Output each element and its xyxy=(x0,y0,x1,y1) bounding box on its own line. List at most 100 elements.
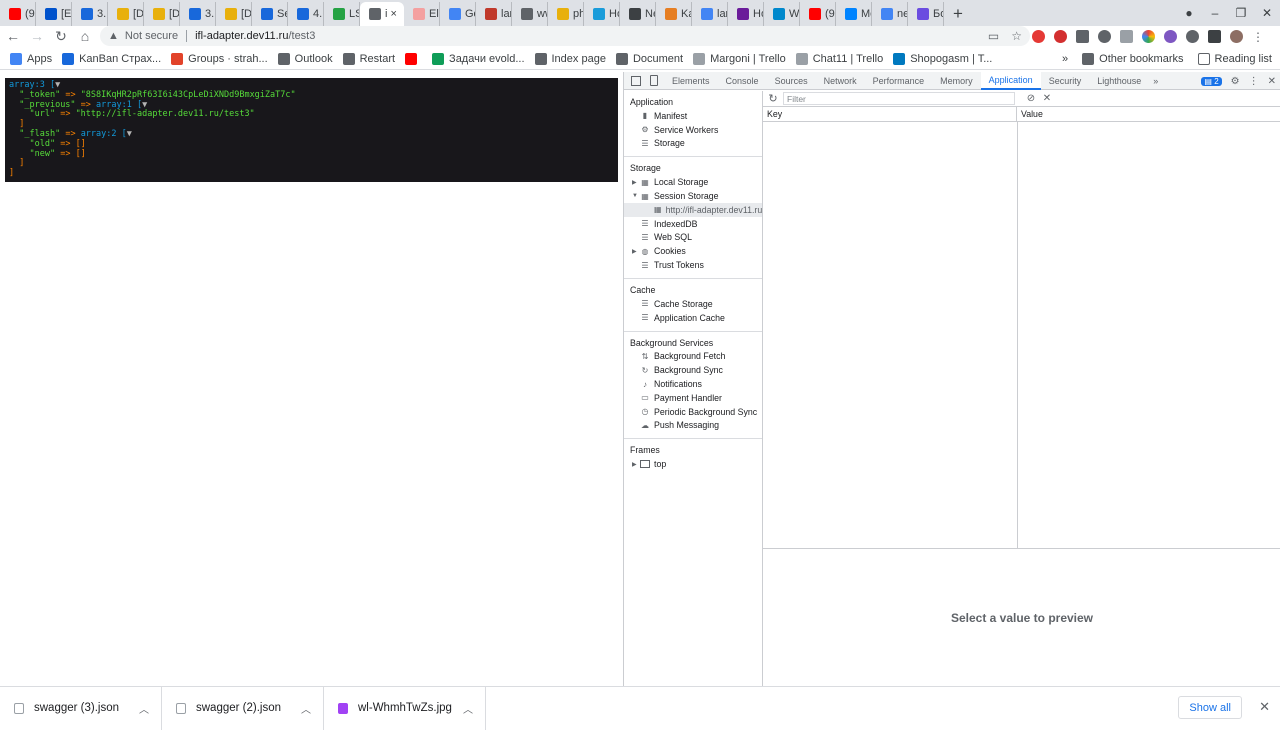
profile-avatar[interactable] xyxy=(1230,29,1243,43)
minimize-icon[interactable]: – xyxy=(1202,6,1228,20)
bookmark-item[interactable]: Chat11 | Trello xyxy=(795,52,883,65)
sidebar-item-background-sync[interactable]: ↻ Background Sync xyxy=(624,363,762,377)
expand-arrow-icon[interactable]: ▶ xyxy=(632,179,640,186)
bookmark-item[interactable]: Groups · strah... xyxy=(171,52,268,65)
dump-toggle-previous[interactable]: ▼ xyxy=(142,100,147,110)
devtools-tab-security[interactable]: Security xyxy=(1041,72,1090,90)
devtools-tab-application[interactable]: Application xyxy=(980,71,1041,90)
browser-tab[interactable]: lar xyxy=(692,2,728,26)
browser-tab[interactable]: Me xyxy=(836,2,872,26)
settings-gear-icon[interactable]: ⚙ xyxy=(1231,76,1240,87)
sidebar-item-websql[interactable]: ☰ Web SQL xyxy=(624,231,762,245)
browser-menu-icon[interactable]: ⋮ xyxy=(1252,30,1264,44)
close-shelf-icon[interactable]: ✕ xyxy=(1259,699,1270,715)
bookmark-item[interactable] xyxy=(405,52,422,65)
browser-tab[interactable]: Wh xyxy=(764,2,800,26)
sidebar-item-periodic-sync[interactable]: ◷ Periodic Background Sync xyxy=(624,405,762,419)
reload-icon[interactable]: ↻ xyxy=(50,28,72,45)
chevron-up-icon[interactable]: ︿ xyxy=(139,701,149,716)
tab-search-icon[interactable]: ● xyxy=(1176,6,1202,20)
sidebar-item-background-fetch[interactable]: ⇅ Background Fetch xyxy=(624,350,762,364)
collapse-arrow-icon[interactable]: ▼ xyxy=(632,193,640,199)
devtools-tab-lighthouse[interactable]: Lighthouse xyxy=(1089,72,1149,90)
download-item[interactable]: wl-WhmhTwZs.jpg ︿ xyxy=(324,686,486,730)
bookmark-item[interactable]: Index page xyxy=(534,52,606,65)
inspect-element-icon[interactable] xyxy=(631,75,641,86)
browser-tab[interactable]: [De xyxy=(108,2,144,26)
bookmark-item[interactable]: Margoni | Trello xyxy=(693,52,786,65)
forward-icon[interactable]: → xyxy=(26,28,48,44)
more-options-icon[interactable]: ⋮ xyxy=(1249,76,1259,87)
bookmark-item[interactable]: Document xyxy=(615,52,683,65)
browser-tab[interactable]: Elo xyxy=(404,2,440,26)
sidebar-item-session-origin[interactable]: ▦ http://ifl-adapter.dev11.ru xyxy=(624,202,762,217)
sidebar-item-payment-handler[interactable]: ▭ Payment Handler xyxy=(624,391,762,405)
bookmark-star-icon[interactable]: ☆ xyxy=(1011,29,1022,43)
opera-extension-icon[interactable] xyxy=(1054,29,1067,43)
dump-toggle-flash[interactable]: ▼ xyxy=(127,129,132,139)
browser-tab[interactable]: LS xyxy=(324,2,360,26)
devtools-tab-performance[interactable]: Performance xyxy=(865,72,933,90)
warning-icon[interactable]: ▲ xyxy=(108,30,119,42)
bookmark-item[interactable]: Задачи evold... xyxy=(432,52,525,65)
more-tabs-button[interactable]: » xyxy=(1149,76,1162,86)
expand-arrow-icon[interactable]: ▶ xyxy=(632,248,640,255)
issues-badge[interactable]: ▤ 2 xyxy=(1201,76,1222,86)
column-header-value[interactable]: Value xyxy=(1017,107,1043,121)
browser-tab[interactable]: 4. \ xyxy=(288,2,324,26)
browser-tab[interactable]: php xyxy=(548,2,584,26)
dump-toggle-root[interactable]: ▼ xyxy=(55,80,60,90)
browser-tab[interactable]: [EL xyxy=(36,2,72,26)
bookmark-item[interactable]: KanBan Страх... xyxy=(62,52,161,65)
browser-tab[interactable]: (92) xyxy=(0,2,36,26)
close-devtools-icon[interactable]: ✕ xyxy=(1268,76,1276,87)
sidebar-item-manifest[interactable]: ▮ Manifest xyxy=(624,109,762,123)
devtools-tab-elements[interactable]: Elements xyxy=(664,72,718,90)
sidebar-item-local-storage[interactable]: ▶ ▦ Local Storage xyxy=(624,175,762,189)
close-window-icon[interactable]: ✕ xyxy=(1254,6,1280,20)
browser-tab[interactable]: [De xyxy=(216,2,252,26)
sidebar-item-indexeddb[interactable]: ☰ IndexedDB xyxy=(624,217,762,231)
sidebar-item-frame-top[interactable]: ▶ top xyxy=(624,457,762,471)
devtools-tab-memory[interactable]: Memory xyxy=(932,72,981,90)
expand-arrow-icon[interactable]: ▶ xyxy=(632,461,640,468)
browser-tab[interactable]: lara xyxy=(476,2,512,26)
devtools-tab-console[interactable]: Console xyxy=(718,72,767,90)
browser-tab[interactable]: Ho xyxy=(584,2,620,26)
browser-tab[interactable]: Ka xyxy=(656,2,692,26)
browser-tab[interactable]: Sea xyxy=(252,2,288,26)
browser-tab[interactable]: Ne xyxy=(620,2,656,26)
devtools-tab-sources[interactable]: Sources xyxy=(767,72,816,90)
chevron-up-icon[interactable]: ︿ xyxy=(301,701,311,716)
security-label[interactable]: Not secure xyxy=(125,30,178,42)
reading-list-icon[interactable] xyxy=(1208,29,1221,43)
column-header-key[interactable]: Key xyxy=(763,107,1017,121)
translate-extension-icon[interactable] xyxy=(1076,29,1089,43)
sidebar-item-storage[interactable]: ☰ Storage xyxy=(624,137,762,151)
bookmark-item[interactable]: Restart xyxy=(342,52,395,65)
adblock-extension-icon[interactable] xyxy=(1032,29,1045,43)
browser-tab-active[interactable]: i × xyxy=(360,2,404,26)
back-icon[interactable]: ← xyxy=(2,28,24,44)
bookmark-item[interactable]: Shopogasm | T... xyxy=(893,52,992,65)
download-item[interactable]: swagger (3).json ︿ xyxy=(0,686,162,730)
install-app-icon[interactable]: ▭ xyxy=(988,29,999,43)
new-tab-button[interactable]: + xyxy=(944,2,972,26)
chevron-up-icon[interactable]: ︿ xyxy=(463,701,473,716)
other-bookmarks-button[interactable]: Other bookmarks xyxy=(1082,53,1184,65)
browser-tab[interactable]: Go xyxy=(440,2,476,26)
settings-extension-icon[interactable] xyxy=(1098,29,1111,43)
purple-extension-icon[interactable] xyxy=(1164,29,1177,43)
more-bookmarks-button[interactable]: » xyxy=(1062,53,1068,65)
address-bar[interactable]: ▲ Not secure ifl-adapter.dev11.ru /test3… xyxy=(100,26,1030,46)
browser-tab[interactable]: 3. C xyxy=(72,2,108,26)
browser-tab[interactable]: Бо xyxy=(908,2,944,26)
edit-extension-icon[interactable] xyxy=(1120,29,1133,43)
devtools-tab-network[interactable]: Network xyxy=(816,72,865,90)
browser-tab[interactable]: (92) xyxy=(800,2,836,26)
clear-all-icon[interactable]: ⊘ xyxy=(1023,93,1039,104)
show-all-downloads-button[interactable]: Show all xyxy=(1178,696,1242,719)
sidebar-item-application-cache[interactable]: ☰ Application Cache xyxy=(624,311,762,325)
filter-input[interactable]: Filter xyxy=(783,92,1015,105)
bookmark-item[interactable]: Outlook xyxy=(277,52,333,65)
